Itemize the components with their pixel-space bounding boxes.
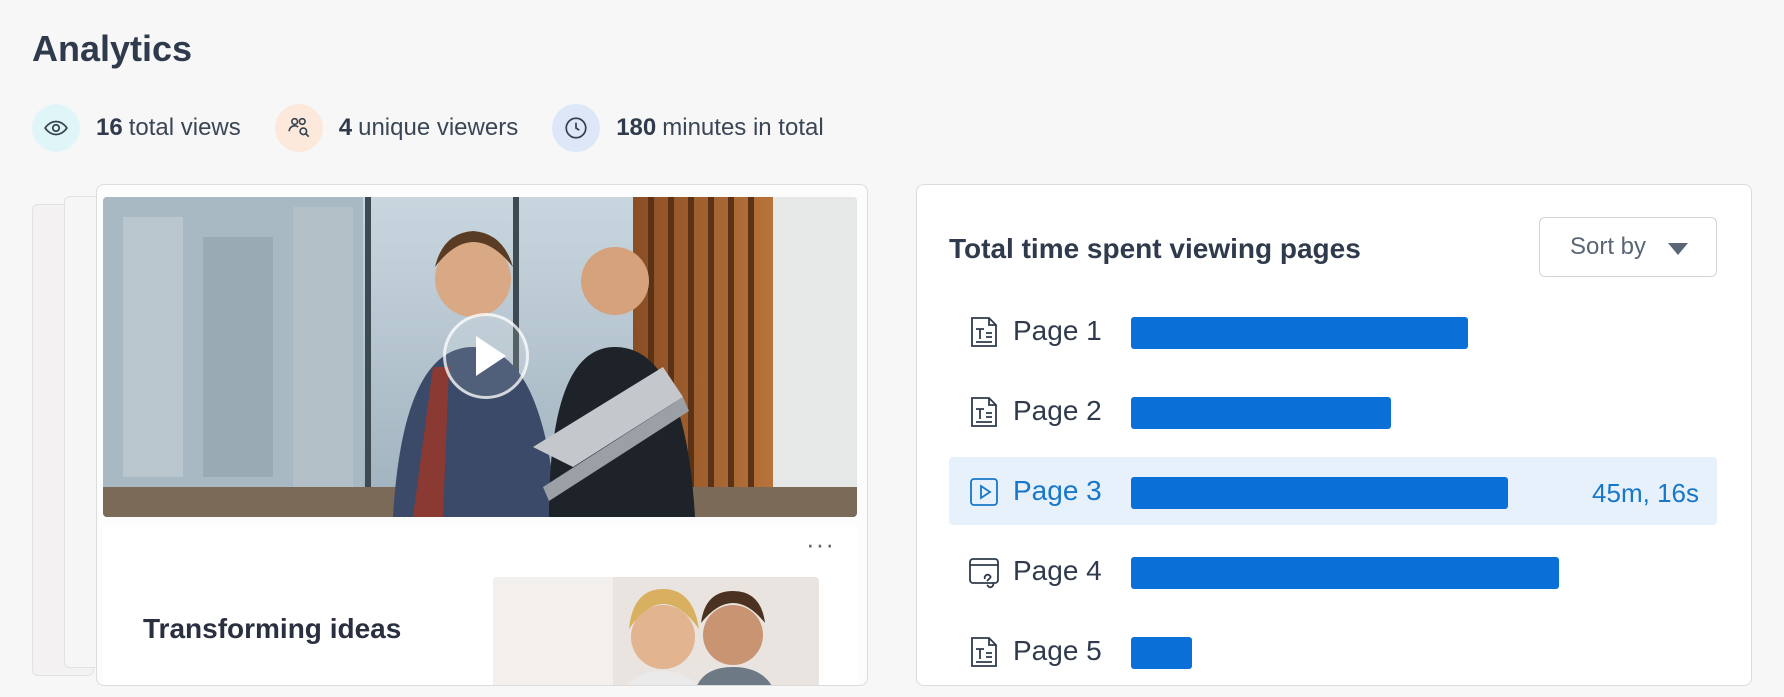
sort-by-dropdown[interactable]: Sort by bbox=[1539, 217, 1717, 277]
stat-minutes-total: 180 minutes in total bbox=[552, 104, 824, 152]
page-preview-card[interactable]: ··· Transforming ideas bbox=[96, 184, 868, 686]
page-row[interactable]: Page 3 45m, 16s bbox=[949, 457, 1717, 525]
users-search-icon bbox=[274, 104, 323, 152]
stat-viewers-count: 4 bbox=[338, 114, 353, 141]
stat-unique-viewers: 4 unique viewers bbox=[274, 104, 519, 152]
time-bar bbox=[1131, 477, 1508, 509]
page-label: Page 5 bbox=[1013, 635, 1102, 666]
page-title: Analytics bbox=[32, 28, 193, 69]
play-button[interactable] bbox=[443, 313, 529, 399]
stat-minutes-label: minutes in total bbox=[662, 114, 824, 141]
page-label: Page 2 bbox=[1013, 395, 1102, 426]
time-bar bbox=[1131, 397, 1391, 429]
stat-minutes-count: 180 bbox=[616, 114, 657, 141]
time-value: 45m, 16s bbox=[1592, 478, 1699, 508]
page-row[interactable]: Page 2 bbox=[949, 377, 1717, 445]
text-page-icon bbox=[967, 395, 1001, 429]
link-page-icon bbox=[967, 555, 1001, 589]
page-time-list: Page 1 Page 2 Page 3 45m, 16s Page 4 Page 5 bbox=[949, 297, 1717, 697]
video-thumbnail[interactable] bbox=[103, 197, 857, 517]
page-row[interactable]: Page 5 bbox=[949, 617, 1717, 685]
page-row[interactable]: Page 4 bbox=[949, 537, 1717, 605]
slide-preview: ··· Transforming ideas bbox=[103, 525, 857, 685]
page-label: Page 3 bbox=[1013, 475, 1102, 506]
more-options-button[interactable]: ··· bbox=[806, 529, 835, 560]
panel-title: Total time spent viewing pages bbox=[949, 233, 1361, 264]
video-page-icon bbox=[967, 475, 1001, 509]
slide-title: Transforming ideas bbox=[143, 613, 402, 644]
page-time-panel: Total time spent viewing pages Sort by P… bbox=[916, 184, 1752, 686]
page-label: Page 4 bbox=[1013, 555, 1102, 586]
eye-icon bbox=[32, 104, 80, 152]
stats-bar: 16 total views 4 unique viewers 180 minu… bbox=[32, 104, 858, 152]
clock-icon bbox=[552, 104, 601, 152]
caret-down-icon bbox=[1668, 243, 1688, 255]
stat-viewers-label: unique viewers bbox=[358, 114, 519, 141]
text-page-icon bbox=[967, 635, 1001, 669]
stat-views-label: total views bbox=[128, 114, 241, 141]
stat-views-count: 16 bbox=[96, 114, 123, 141]
time-bar bbox=[1131, 557, 1559, 589]
text-page-icon bbox=[967, 315, 1001, 349]
sort-by-label: Sort by bbox=[1570, 233, 1647, 260]
stat-total-views: 16 total views bbox=[32, 104, 241, 152]
team-photo-image bbox=[493, 577, 819, 685]
time-bar bbox=[1131, 637, 1192, 669]
time-bar bbox=[1131, 317, 1468, 349]
page-label: Page 1 bbox=[1013, 315, 1102, 346]
page-row[interactable]: Page 1 bbox=[949, 297, 1717, 365]
team-photo-graphic bbox=[493, 577, 819, 685]
